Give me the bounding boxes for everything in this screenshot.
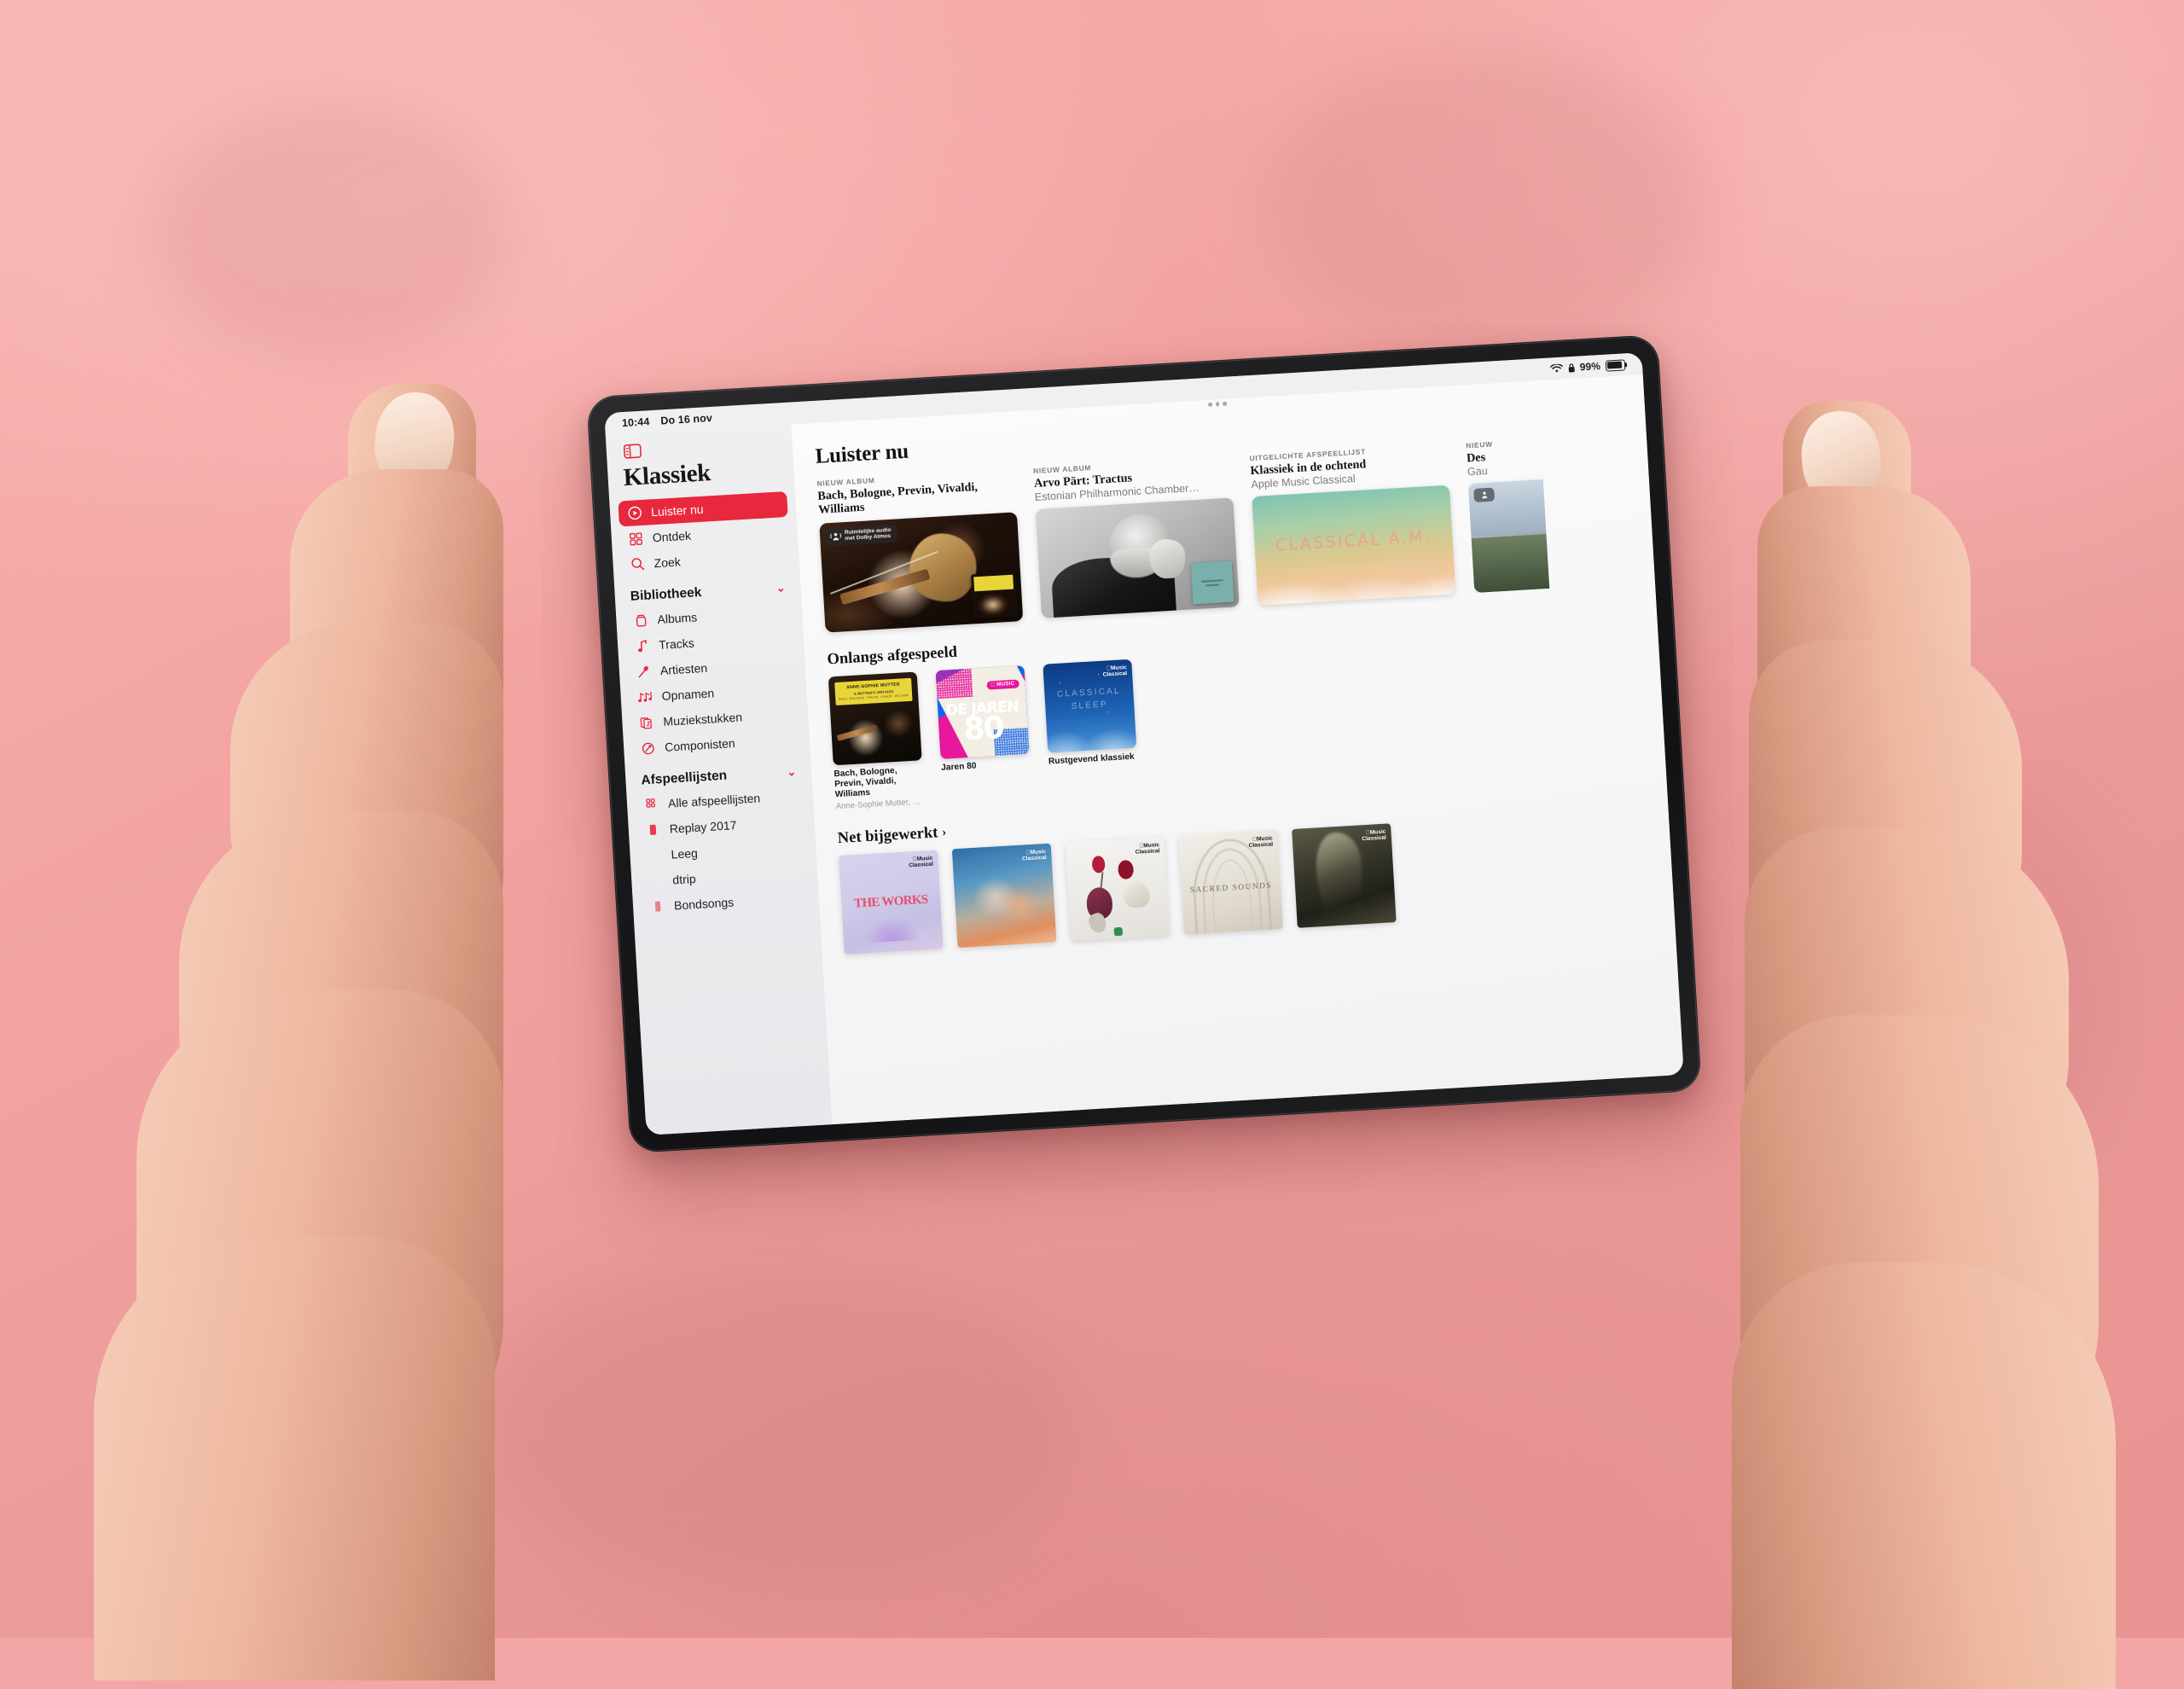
playlist-artwork[interactable]: CLASSICAL A.M. <box>1252 485 1455 606</box>
section-title: Onlangs afgespeeld <box>827 644 958 670</box>
battery-percent: 99% <box>1579 360 1600 373</box>
wifi-icon <box>1549 363 1563 374</box>
apple-logo-icon:  <box>990 682 995 688</box>
item-title: Rustgevend klassiek <box>1048 752 1138 767</box>
lock-icon <box>1567 363 1575 372</box>
apple-music-classical-badge: Music Classical <box>909 855 933 869</box>
playlist-artwork[interactable]: SACRED SOUNDS Music Classical <box>1178 830 1283 935</box>
recently-played-item[interactable]: CLASSICAL SLEEP Music Classical Rustgev… <box>1043 659 1137 768</box>
chevron-right-icon[interactable]: › <box>942 825 947 839</box>
recently-played-item[interactable]:  MUSIC DE JAREN 80 Jaren 80 <box>936 665 1031 774</box>
spatial-audio-icon <box>830 531 842 542</box>
artwork-text-2: SLEEP <box>1071 699 1108 711</box>
apple-music-classical-badge: Music Classical <box>1248 835 1273 850</box>
shared-badge-icon <box>1473 488 1495 502</box>
badge-line-2: Classical <box>1136 848 1160 856</box>
chevron-down-icon[interactable]: ⌄ <box>787 765 797 780</box>
sidebar-item-label: Muziekstukken <box>663 710 742 728</box>
album-artwork[interactable] <box>1036 498 1240 618</box>
playlist-artwork[interactable]: CLASSICAL SLEEP Music Classical <box>1043 659 1136 753</box>
apple-music-classical-badge: Music Classical <box>1102 665 1127 679</box>
sidebar-item-label: dtrip <box>672 872 696 887</box>
status-right-cluster: 99% <box>1549 358 1625 374</box>
album-artwork[interactable]: Ruimtelijke audio met Dolby Atmos <box>819 512 1023 632</box>
chevron-down-icon[interactable]: ⌄ <box>775 581 786 595</box>
tag-label: MUSIC <box>996 681 1015 688</box>
playlist-artwork[interactable]: Music Classical <box>952 843 1057 948</box>
recently-played-item[interactable]: ANNE-SOPHIE MUTTER & MUTTER'S VIRTUOSI B… <box>828 671 925 811</box>
right-hand <box>1502 384 2099 1646</box>
album-thumbnail <box>1191 561 1234 605</box>
artwork-text-2: 80 <box>938 711 1029 747</box>
featured-card[interactable]: NIEUW ALBUM Arvo Pärt: Tractus Estonian … <box>1033 455 1240 618</box>
playlist-artwork[interactable]:  MUSIC DE JAREN 80 <box>936 665 1030 759</box>
featured-card[interactable]: NIEUW ALBUM Bach, Bologne, Previn, Vival… <box>816 467 1023 632</box>
multitasking-indicator[interactable] <box>1208 402 1227 407</box>
badge-line-2: Classical <box>1248 842 1273 850</box>
left-hand <box>128 367 674 1646</box>
sidebar-item-label: Alle afspeellijsten <box>668 791 761 810</box>
featured-card[interactable]: UITGELICHTE AFSPEELLIJST Klassiek in de … <box>1249 443 1455 607</box>
apple-music-classical-badge: Music Classical <box>1362 828 1386 843</box>
album-artwork[interactable]: ANNE-SOPHIE MUTTER & MUTTER'S VIRTUOSI B… <box>828 671 922 765</box>
section-title: Net bijgewerkt <box>837 824 938 848</box>
playlist-artwork[interactable]: Music Classical <box>1292 823 1397 928</box>
playlist-artwork[interactable]: Music Classical <box>1066 836 1170 941</box>
battery-icon <box>1606 359 1626 371</box>
sidebar-item-label: Componisten <box>665 736 735 754</box>
playlist-artwork[interactable]: THE WORKS Music Classical <box>839 850 944 955</box>
apple-music-classical-badge: Music Classical <box>1135 842 1159 856</box>
sidebar-item-label: Leeg <box>671 846 698 862</box>
badge-line-2: Classical <box>1022 855 1047 862</box>
item-title: Jaren 80 <box>941 758 1031 774</box>
badge-line-2: Classical <box>909 862 933 869</box>
artwork-text: CLASSICAL A.M. <box>1254 526 1453 557</box>
sidebar-item-label: Bondsongs <box>674 895 735 912</box>
badge-line-2: Classical <box>1102 670 1127 678</box>
apple-music-classical-badge: Music Classical <box>1021 849 1046 863</box>
album-thumbnail <box>971 572 1018 618</box>
badge-line-2: Classical <box>1362 835 1386 843</box>
item-title: Bach, Bologne, Previn, Vivaldi, Williams <box>834 764 924 801</box>
artwork-text-1: CLASSICAL <box>1057 687 1121 699</box>
sidebar-item-label: Replay 2017 <box>669 818 736 836</box>
